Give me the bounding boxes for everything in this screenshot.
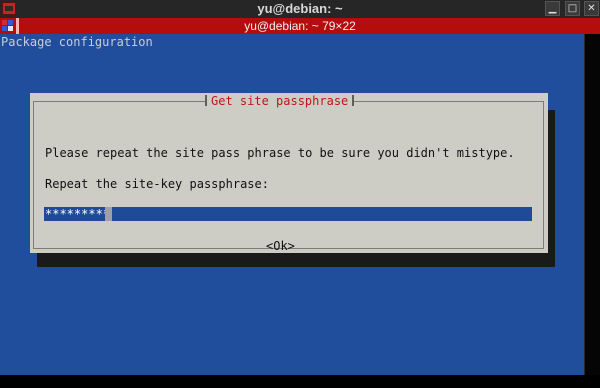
maximize-button[interactable]: □ <box>565 1 580 16</box>
ok-button[interactable]: <Ok> <box>266 239 295 253</box>
terminal-title-bar: yu@debian: ~ 79×22 <box>0 18 600 34</box>
passphrase-value: ********* <box>45 207 111 221</box>
backtitle: Package configuration <box>1 35 153 49</box>
window-title-bar[interactable]: yu@debian: ~ ▁ □ ✕ <box>0 0 600 18</box>
bottom-strip <box>0 375 600 388</box>
minimize-button[interactable]: ▁ <box>545 1 560 16</box>
field-label: Repeat the site-key passphrase: <box>45 177 269 191</box>
terminal-title: yu@debian: ~ 79×22 <box>244 19 356 33</box>
dialog-message: Please repeat the site pass phrase to be… <box>45 146 515 160</box>
passphrase-dialog: Get site passphrase Please repeat the si… <box>30 93 548 253</box>
terminal-scrollbar[interactable] <box>584 34 600 375</box>
close-button[interactable]: ✕ <box>584 1 599 16</box>
window-title: yu@debian: ~ <box>257 1 343 16</box>
dialog-title: Get site passphrase <box>205 93 355 109</box>
dialog-frame <box>33 101 544 249</box>
text-cursor <box>105 207 112 221</box>
passphrase-input[interactable]: ********* <box>44 207 532 221</box>
